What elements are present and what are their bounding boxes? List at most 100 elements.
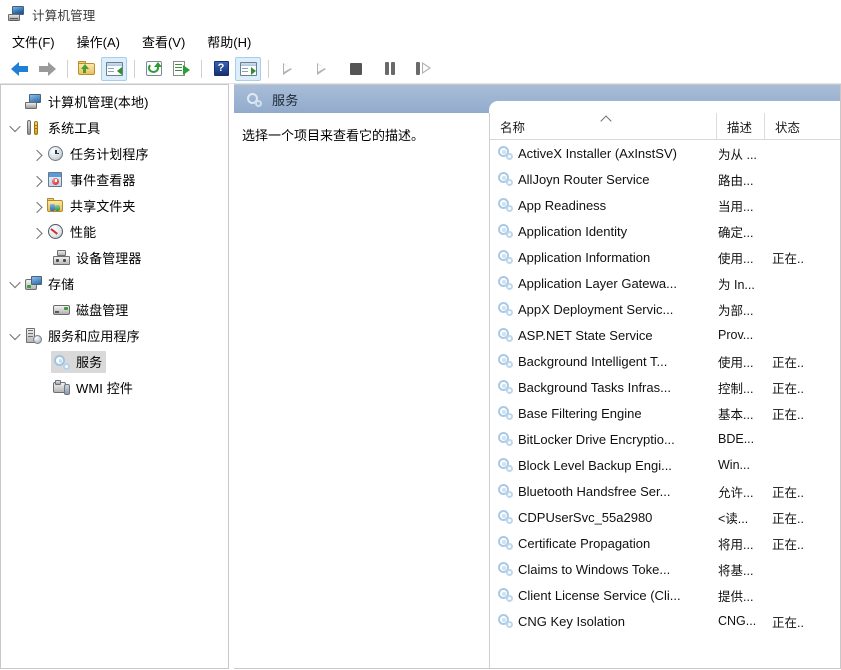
- show-hide-console-tree-button[interactable]: [101, 56, 127, 81]
- tree-item-label: 服务: [76, 355, 103, 370]
- tree-item-label: 存储: [48, 277, 75, 292]
- services-list-body[interactable]: ActiveX Installer (AxInstSV) 为从 ... AllJoy…: [490, 140, 840, 668]
- service-name: Application Information: [518, 249, 651, 265]
- table-row[interactable]: Certificate Propagation 将用... 正在..: [490, 530, 840, 556]
- tree-item-label: 性能: [70, 225, 97, 240]
- cell-status: 正在..: [772, 381, 804, 396]
- task-scheduler-icon: [47, 145, 64, 162]
- table-row[interactable]: Bluetooth Handsfree Ser... 允许... 正在..: [490, 478, 840, 504]
- cell-name: ASP.NET State Service: [490, 328, 716, 343]
- tree-item-task-scheduler[interactable]: 任务计划程序: [1, 141, 228, 167]
- cell-name: Base Filtering Engine: [490, 406, 716, 421]
- table-row[interactable]: Background Intelligent T... 使用... 正在..: [490, 348, 840, 374]
- stop-service-button[interactable]: [343, 57, 369, 81]
- toolbar-separator-3: [201, 59, 202, 78]
- show-hide-console-tree-icon: [105, 61, 123, 76]
- service-name: Bluetooth Handsfree Ser...: [518, 483, 671, 499]
- tree-item-disk-management[interactable]: 磁盘管理: [1, 297, 228, 323]
- table-row[interactable]: Client License Service (Cli... 提供...: [490, 582, 840, 608]
- service-name: ActiveX Installer (AxInstSV): [518, 145, 677, 161]
- tree-item-computer-management-local[interactable]: 计算机管理(本地): [1, 89, 228, 115]
- service-name: App Readiness: [518, 197, 607, 213]
- tree-item-wmi-control[interactable]: WMI 控件: [1, 375, 228, 401]
- table-row[interactable]: Block Level Backup Engi... Win...: [490, 452, 840, 478]
- table-row[interactable]: ActiveX Installer (AxInstSV) 为从 ...: [490, 140, 840, 166]
- tree-item-system-tools[interactable]: 系统工具: [1, 115, 228, 141]
- tree-item-services-and-applications[interactable]: 服务和应用程序: [1, 323, 228, 349]
- menu-file[interactable]: 文件(F): [12, 32, 55, 51]
- tree-twisty-collapsed[interactable]: [29, 175, 45, 188]
- column-header-status[interactable]: 状态: [764, 113, 840, 139]
- table-row[interactable]: AllJoyn Router Service 路由...: [490, 166, 840, 192]
- show-action-pane-button[interactable]: [235, 56, 261, 81]
- service-gear-icon: [498, 146, 513, 160]
- restart-service-button[interactable]: [411, 57, 437, 81]
- service-gear-icon: [498, 458, 513, 472]
- services-result-pane: 服务 选择一个项目来查看它的描述。 名称 描述 状态 ActiveX Insta…: [234, 84, 841, 669]
- table-row[interactable]: Base Filtering Engine 基本... 正在..: [490, 400, 840, 426]
- export-list-button[interactable]: [168, 57, 194, 81]
- service-gear-icon: [246, 92, 262, 107]
- cell-status: 正在..: [772, 355, 804, 370]
- column-header-name[interactable]: 名称: [490, 113, 716, 139]
- service-gear-icon: [498, 302, 513, 316]
- cell-name: Application Information: [490, 250, 716, 265]
- resume-service-button[interactable]: [309, 57, 335, 81]
- cell-description: 将基...: [718, 563, 754, 578]
- table-row[interactable]: AppX Deployment Servic... 为部...: [490, 296, 840, 322]
- table-row[interactable]: ASP.NET State Service Prov...: [490, 322, 840, 348]
- table-row[interactable]: CDPUserSvc_55a2980 <读... 正在..: [490, 504, 840, 530]
- menu-help[interactable]: 帮助(H): [207, 32, 251, 51]
- service-gear-icon: [498, 614, 513, 628]
- menu-action[interactable]: 操作(A): [77, 32, 120, 51]
- tree-item-shared-folders[interactable]: 共享文件夹: [1, 193, 228, 219]
- toolbar-separator-1: [67, 59, 68, 78]
- toolbar-separator-2: [134, 59, 135, 78]
- table-row[interactable]: Application Identity 确定...: [490, 218, 840, 244]
- service-name: Background Tasks Infras...: [518, 379, 671, 395]
- up-folder-icon: [78, 61, 96, 76]
- table-row[interactable]: Application Information 使用... 正在..: [490, 244, 840, 270]
- back-button[interactable]: [7, 57, 33, 81]
- cell-name: AppX Deployment Servic...: [490, 302, 716, 317]
- menu-view[interactable]: 查看(V): [142, 32, 185, 51]
- services-list[interactable]: 名称 描述 状态 ActiveX Installer (AxInstSV) 为从 …: [489, 113, 840, 668]
- cell-name: AllJoyn Router Service: [490, 172, 716, 187]
- tree-twisty-collapsed[interactable]: [29, 201, 45, 214]
- table-row[interactable]: App Readiness 当用...: [490, 192, 840, 218]
- table-row[interactable]: Application Layer Gatewa... 为 In...: [490, 270, 840, 296]
- tree-item-services[interactable]: 服务: [1, 349, 228, 375]
- services-list-header: 名称 描述 状态: [490, 113, 840, 140]
- up-one-level-button[interactable]: [74, 57, 100, 81]
- services-apps-icon: [25, 327, 42, 344]
- table-row[interactable]: CNG Key Isolation CNG... 正在..: [490, 608, 840, 634]
- tree-twisty-expanded[interactable]: [7, 328, 23, 341]
- main-content: 计算机管理(本地) 系统工具 任务计划程序 事件查看器 共享文件夹 性能 设备管…: [0, 84, 841, 669]
- tree-twisty-expanded[interactable]: [7, 276, 23, 289]
- pane-body: 选择一个项目来查看它的描述。 名称 描述 状态 ActiveX Installe…: [234, 113, 840, 668]
- cell-name: ActiveX Installer (AxInstSV): [490, 146, 716, 161]
- table-row[interactable]: Background Tasks Infras... 控制... 正在..: [490, 374, 840, 400]
- toolbar: ?: [0, 54, 841, 84]
- pause-service-icon: [384, 62, 396, 75]
- tree-item-performance[interactable]: 性能: [1, 219, 228, 245]
- tree-item-storage[interactable]: 存储: [1, 271, 228, 297]
- forward-button[interactable]: [34, 57, 60, 81]
- tree-twisty-collapsed[interactable]: [29, 227, 45, 240]
- tree-item-device-manager[interactable]: 设备管理器: [1, 245, 228, 271]
- table-row[interactable]: BitLocker Drive Encryptio... BDE...: [490, 426, 840, 452]
- column-header-description[interactable]: 描述: [716, 113, 764, 139]
- console-tree-panel[interactable]: 计算机管理(本地) 系统工具 任务计划程序 事件查看器 共享文件夹 性能 设备管…: [0, 84, 229, 669]
- service-gear-icon: [498, 328, 513, 342]
- help-button[interactable]: ?: [208, 57, 234, 81]
- refresh-button[interactable]: [141, 57, 167, 81]
- pause-service-button[interactable]: [377, 57, 403, 81]
- table-row[interactable]: Claims to Windows Toke... 将基...: [490, 556, 840, 582]
- tree-twisty-collapsed[interactable]: [29, 149, 45, 162]
- service-name: Application Layer Gatewa...: [518, 275, 677, 291]
- tree-item-event-viewer[interactable]: 事件查看器: [1, 167, 228, 193]
- start-service-button[interactable]: [275, 57, 301, 81]
- tree-twisty-expanded[interactable]: [7, 120, 23, 133]
- column-header-description-label: 描述: [727, 120, 753, 135]
- performance-icon: [47, 223, 64, 240]
